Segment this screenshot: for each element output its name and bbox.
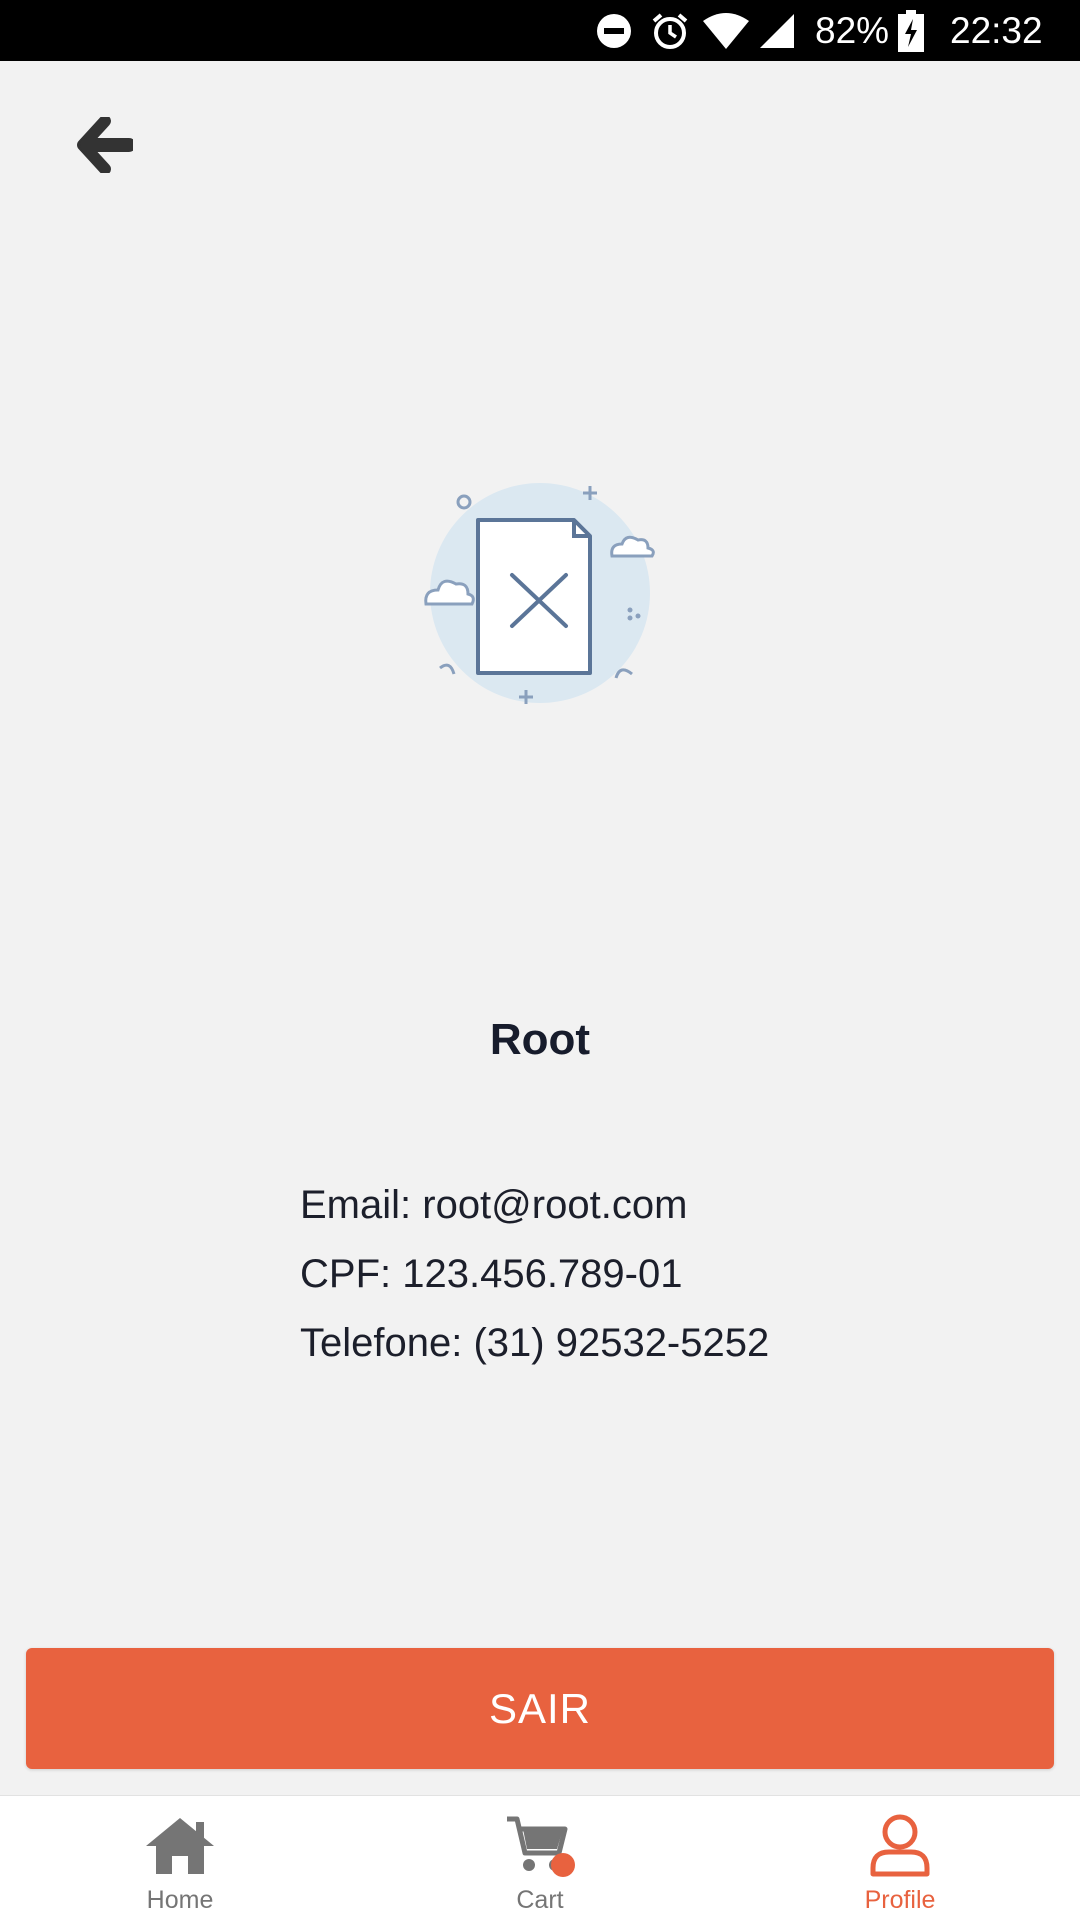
clock: 22:32 [950, 10, 1043, 51]
battery-charging-icon [898, 0, 924, 61]
empty-document-illustration [420, 478, 660, 718]
nav-item-home[interactable]: Home [60, 1796, 300, 1920]
alarm-icon [650, 0, 690, 61]
home-icon [142, 1810, 218, 1880]
phone-line: Telefone: (31) 92532-5252 [300, 1321, 770, 1365]
user-name: Root [489, 1015, 591, 1064]
nav-item-cart[interactable]: Cart [420, 1796, 660, 1920]
nav-label-profile: Profile [864, 1886, 936, 1914]
cart-icon [505, 1810, 575, 1880]
profile-info: Email: root@root.com CPF: 123.456.789-01… [300, 1180, 769, 1387]
nav-item-profile[interactable]: Profile [780, 1796, 1020, 1920]
bottom-nav: Home Cart Profile [0, 1795, 1080, 1920]
logout-button[interactable]: SAIR [26, 1648, 1054, 1769]
status-bar: 82% 22:32 [0, 0, 1080, 61]
user-icon [867, 1810, 933, 1880]
email-line: Email: root@root.com [300, 1183, 688, 1227]
cart-badge [551, 1853, 575, 1877]
arrow-left-icon [77, 117, 133, 173]
do-not-disturb-icon [595, 0, 633, 61]
signal-icon [760, 0, 794, 61]
back-button[interactable] [70, 110, 140, 180]
nav-label-cart: Cart [516, 1886, 564, 1914]
wifi-icon [703, 0, 749, 61]
nav-label-home: Home [146, 1886, 214, 1914]
cpf-line: CPF: 123.456.789-01 [300, 1252, 683, 1296]
battery-percent: 82% [815, 10, 890, 51]
empty-document-icon [424, 483, 655, 704]
